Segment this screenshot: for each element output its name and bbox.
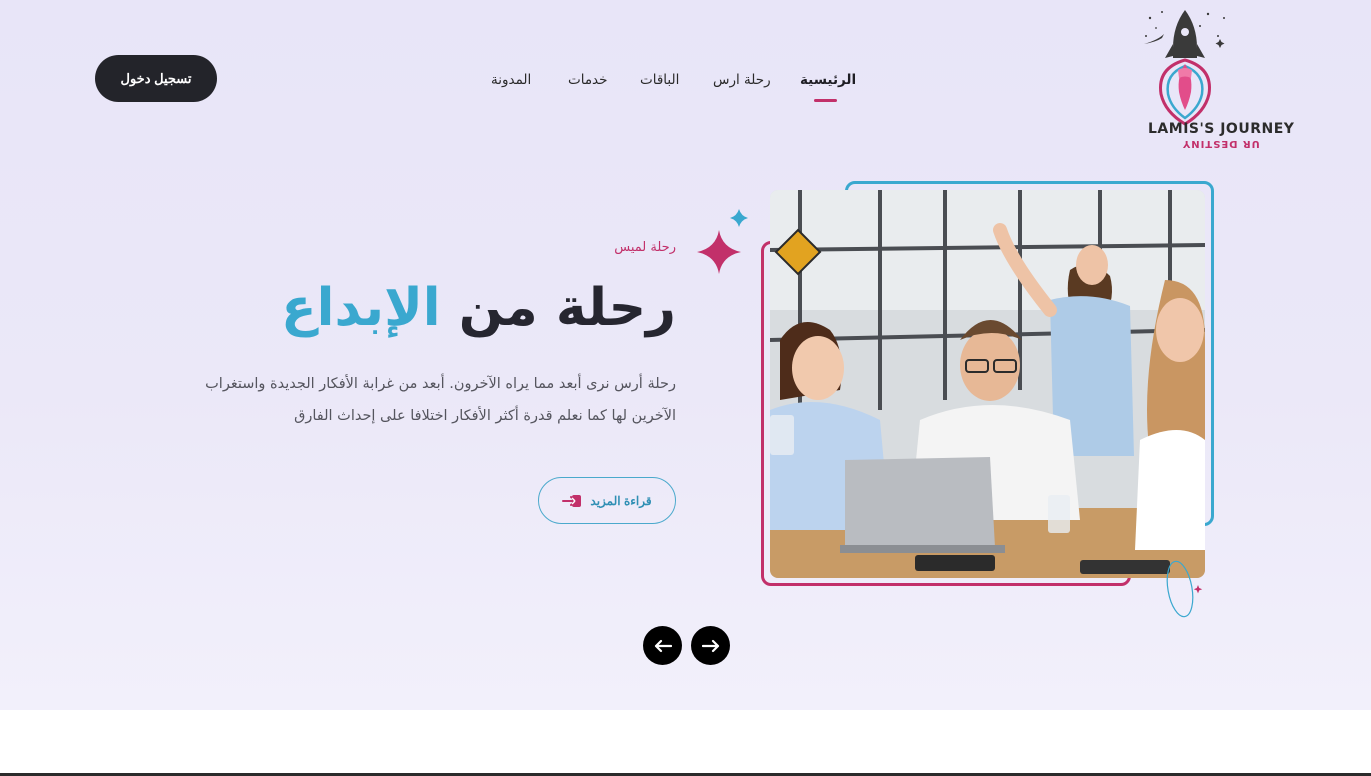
hero-photo [770,190,1205,578]
sparkle-icon [697,230,741,274]
nav-item-services[interactable]: خدمات [568,72,608,88]
orbit-decoration-icon [1166,560,1203,618]
slider-prev-button[interactable] [643,626,682,665]
nav-active-indicator [814,99,837,102]
nav-item-blog[interactable]: المدونة [491,72,531,88]
logo-subtitle: UR DESTINY [1182,138,1260,149]
read-more-button[interactable]: قراءة المزيد [538,477,676,524]
arrow-right-icon [701,639,719,652]
slider-next-button[interactable] [691,626,730,665]
headline-accent-part: الإبداع [281,278,441,338]
nav-item-packages[interactable]: الباقات [640,72,679,88]
login-button[interactable]: تسجيل دخول [95,55,217,102]
logo-title: LAMIS'S JOURNEY [1148,121,1295,137]
nav-item-home[interactable]: الرئيسية [800,72,856,88]
read-more-label: قراءة المزيد [590,493,652,508]
small-sparkle-icon [730,209,748,227]
arrow-left-icon [654,639,672,652]
hero-description: رحلة أرس نرى أبعد مما يراه الآخرون. أبعد… [205,376,676,424]
hero-headline: رحلة من الإبداع [281,272,676,344]
enter-arrow-icon [562,494,582,507]
hero-section: تسجيل دخول الرئيسية رحلة ارس الباقات خدم… [0,0,1371,710]
headline-dark-part: رحلة من [458,278,676,338]
nav-item-aras-journey[interactable]: رحلة ارس [713,72,771,88]
hero-kicker: رحلة لميس [614,240,676,255]
